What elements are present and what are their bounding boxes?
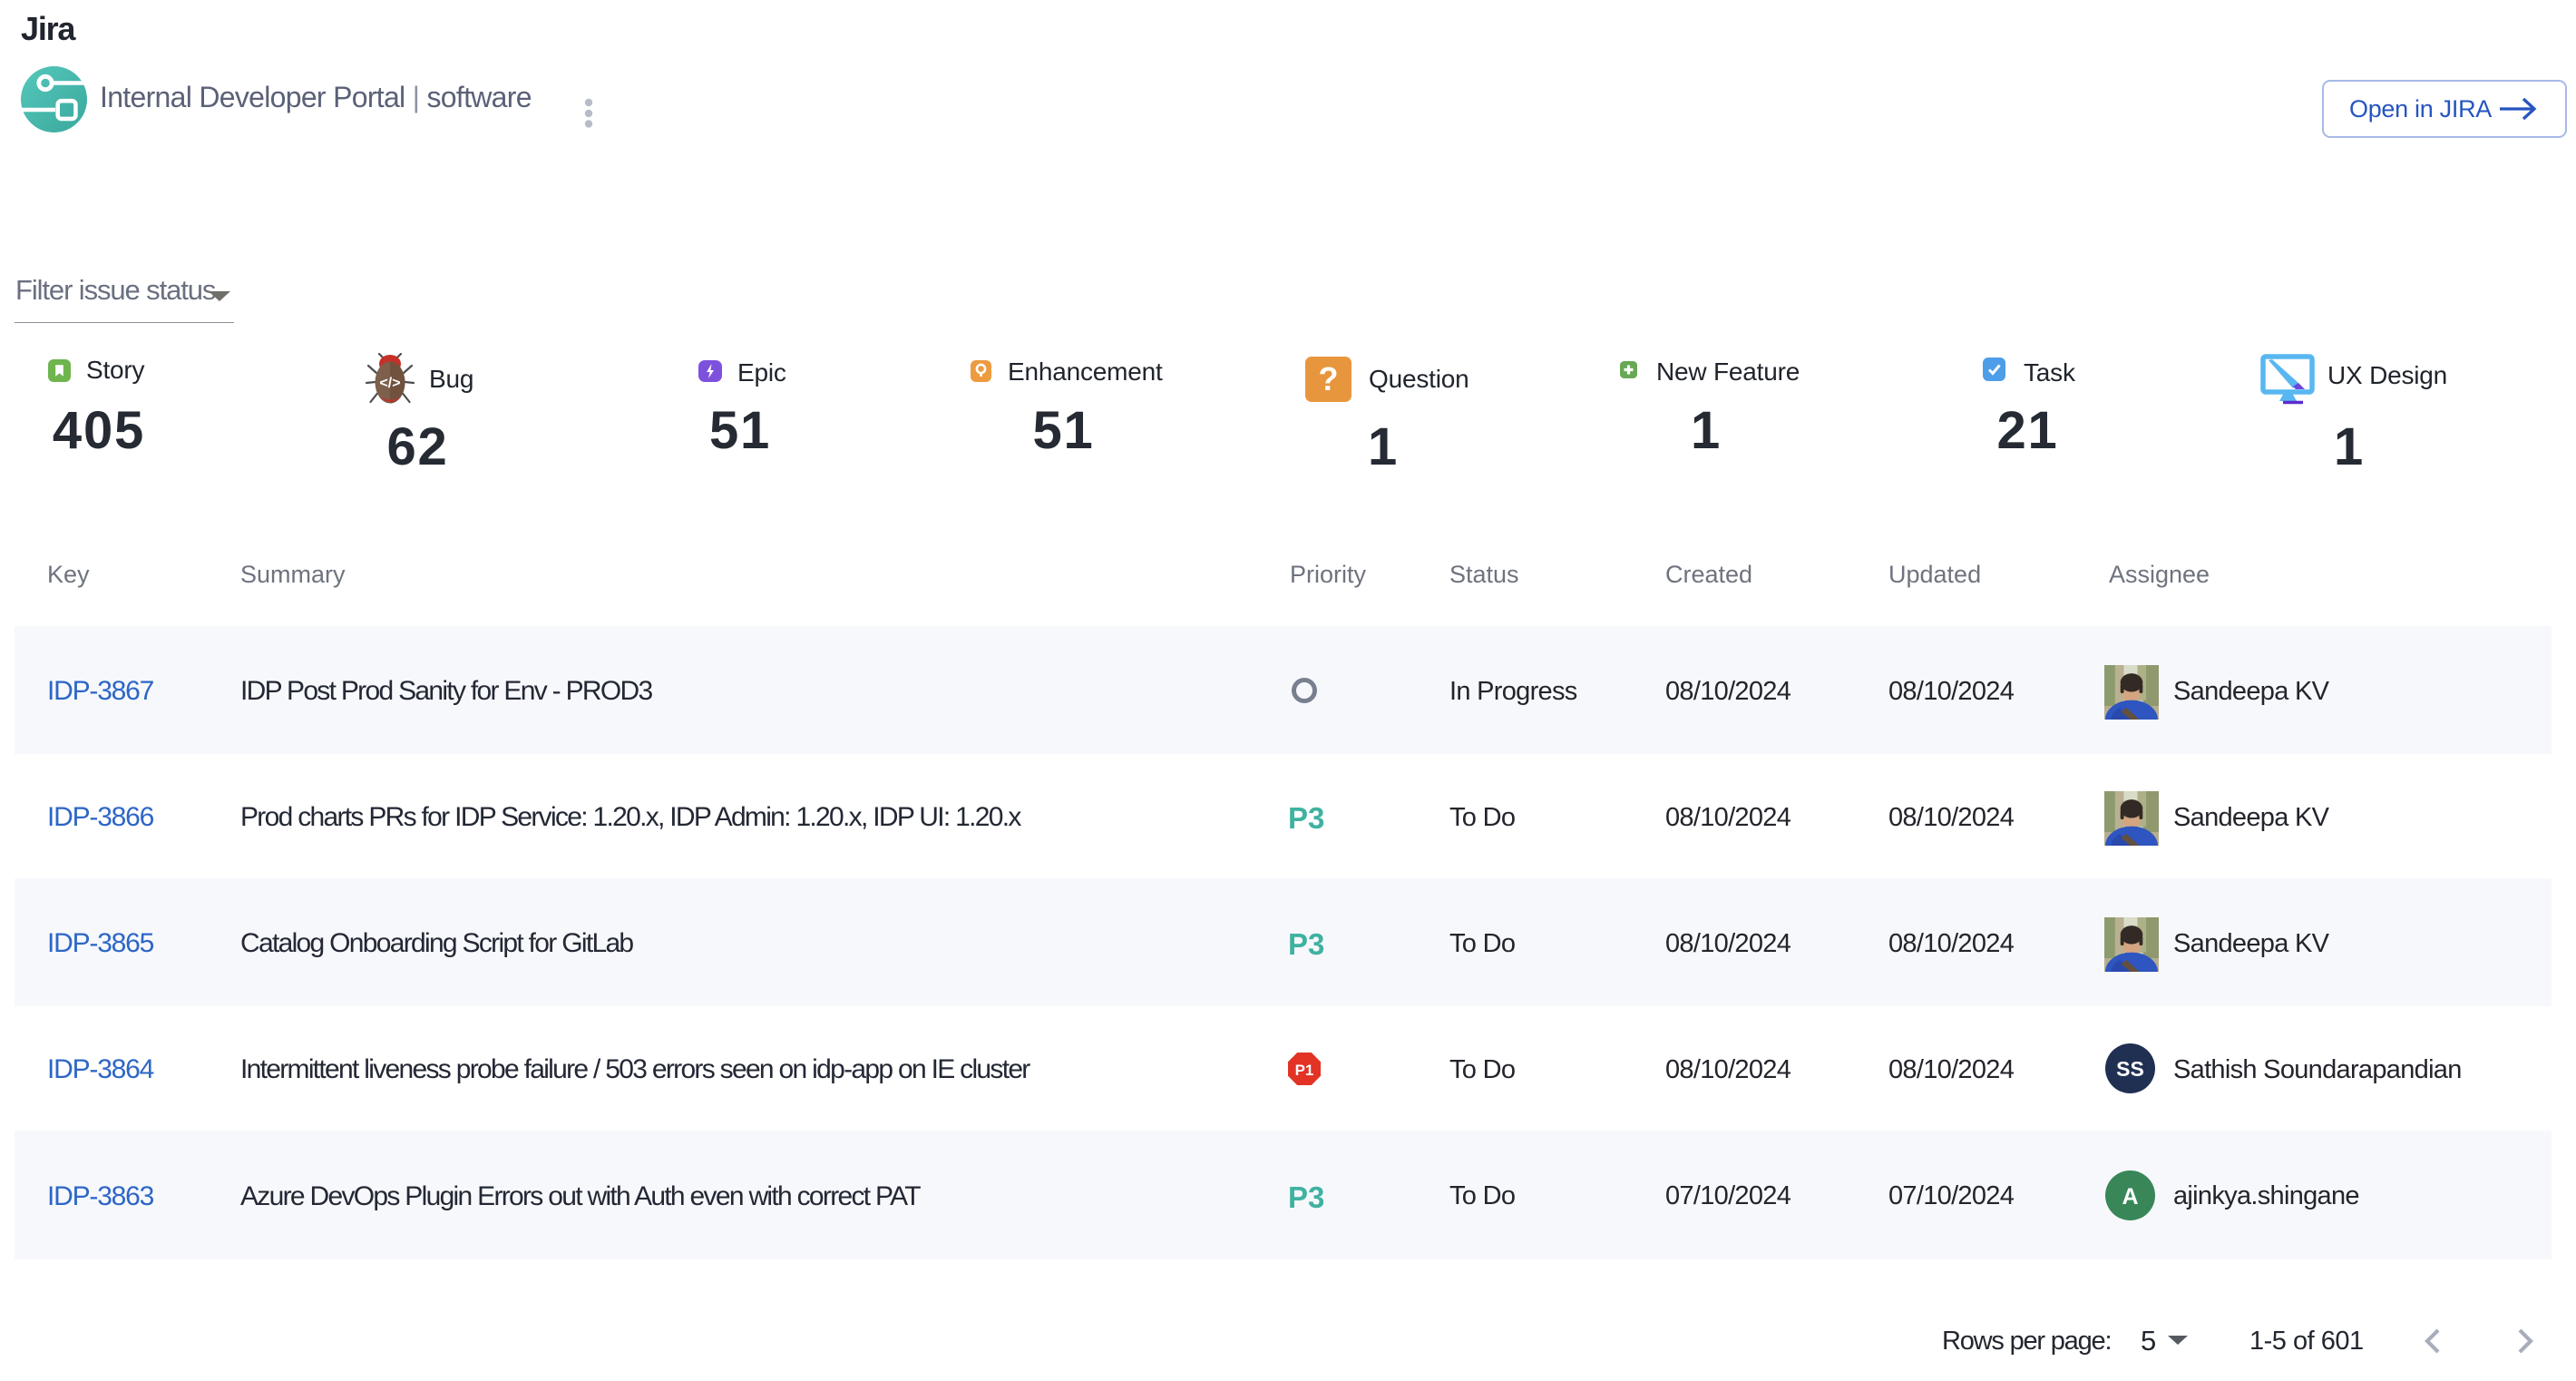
svg-text:</>: </>	[379, 376, 400, 391]
svg-text:?: ?	[1319, 360, 1339, 397]
svg-text:P1: P1	[1295, 1062, 1314, 1079]
